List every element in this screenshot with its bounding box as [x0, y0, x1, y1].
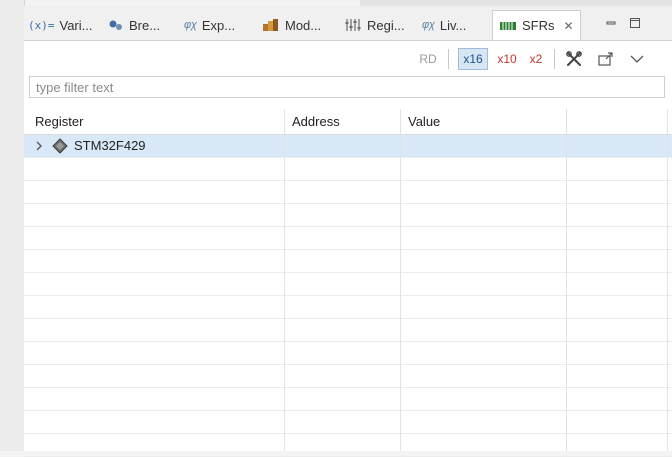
column-header-value[interactable]: Value: [401, 109, 566, 134]
live-expressions-icon: φχ: [422, 19, 435, 31]
tab-label: Exp...: [201, 17, 236, 33]
decimal-format-button[interactable]: x10: [494, 48, 520, 70]
variables-icon: (x)=: [28, 18, 55, 32]
table-row: [24, 365, 672, 388]
filter-input[interactable]: [29, 76, 665, 98]
open-in-new-view-button[interactable]: [594, 48, 618, 70]
chip-icon: [52, 135, 70, 157]
sfrs-panel: RD x16 x10 x2 Register Address Value: [24, 41, 672, 457]
column-divider: [667, 109, 668, 451]
table-row: [24, 204, 672, 227]
tab-label: Vari...: [59, 17, 93, 33]
table-row: [24, 250, 672, 273]
registers-icon: [344, 18, 362, 32]
modules-icon: [262, 18, 280, 32]
toolbar-separator: [554, 49, 555, 69]
sfrs-icon: [499, 20, 517, 32]
minimize-view-button[interactable]: [604, 16, 618, 30]
hex-format-button[interactable]: x16: [458, 48, 488, 70]
view-menu-button[interactable]: [626, 48, 648, 70]
register-name: STM32F429: [74, 138, 146, 153]
toolbar-separator: [448, 49, 449, 69]
column-divider: [284, 109, 285, 451]
registers-table: Register Address Value STM32F429: [24, 109, 672, 457]
tab-label: Regi...: [367, 17, 405, 33]
tab-label: Bre...: [129, 17, 161, 33]
configure-tools-button[interactable]: [562, 48, 586, 70]
left-gutter: [0, 0, 25, 451]
table-header: Register Address Value: [24, 109, 672, 135]
tab-label: Liv...: [439, 17, 467, 33]
tab-label: Mod...: [285, 17, 322, 33]
tab-variables[interactable]: (x)= Vari...: [28, 14, 93, 36]
sfrs-toolbar: RD x16 x10 x2: [24, 41, 672, 75]
table-row[interactable]: STM32F429: [24, 135, 672, 158]
tab-modules[interactable]: Mod...: [262, 14, 321, 36]
column-header-address[interactable]: Address: [285, 109, 400, 134]
column-header-register[interactable]: Register: [28, 109, 284, 134]
tab-breakpoints[interactable]: Bre...: [108, 14, 160, 36]
column-divider: [566, 109, 567, 451]
close-icon[interactable]: ✕: [564, 19, 574, 33]
tab-registers[interactable]: Regi...: [344, 14, 405, 36]
binary-format-button[interactable]: x2: [524, 48, 548, 70]
table-row: [24, 319, 672, 342]
column-divider: [400, 109, 401, 451]
expressions-icon: φχ: [184, 19, 197, 31]
breakpoints-icon: [108, 18, 124, 32]
table-row: [24, 342, 672, 365]
chevron-right-icon[interactable]: [34, 135, 46, 157]
maximize-view-button[interactable]: [628, 16, 642, 30]
table-row: [24, 296, 672, 319]
chevron-down-icon: [630, 55, 644, 63]
view-tab-bar: (x)= Vari... Bre... φχ Exp... Mod... Reg…: [24, 6, 672, 41]
table-row: [24, 388, 672, 411]
table-row: [24, 181, 672, 204]
table-row: [24, 158, 672, 181]
table-row: [24, 434, 672, 457]
tab-live-expressions[interactable]: φχ Liv...: [422, 14, 466, 36]
tab-label: SFRs: [522, 18, 555, 33]
table-row: [24, 411, 672, 434]
tools-icon: [566, 51, 582, 66]
tab-sfrs[interactable]: SFRs ✕: [492, 10, 581, 40]
table-row: [24, 227, 672, 250]
tab-expressions[interactable]: φχ Exp...: [184, 14, 235, 36]
export-icon: [598, 52, 613, 66]
refresh-rd-button[interactable]: RD: [416, 48, 440, 70]
column-header-extra[interactable]: [567, 109, 667, 134]
table-row: [24, 273, 672, 296]
